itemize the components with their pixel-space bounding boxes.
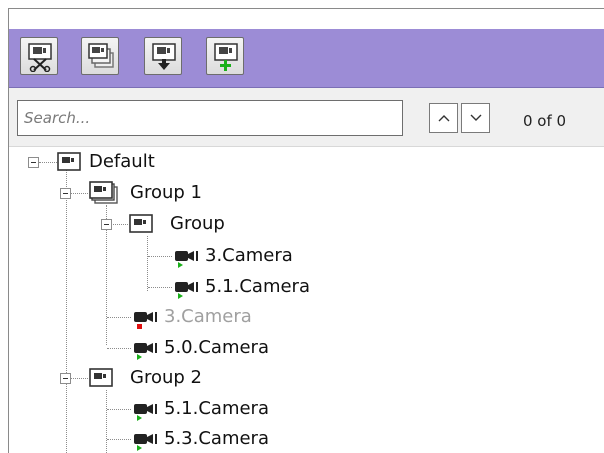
cut-monitor-icon: [28, 43, 52, 72]
search-bar: 0 of 0: [9, 88, 604, 147]
tree-connector: [148, 287, 172, 288]
camera-icon: [134, 434, 157, 451]
cut-button[interactable]: [20, 37, 58, 75]
search-input[interactable]: [17, 100, 403, 136]
tree-connector: [71, 378, 88, 379]
search-result-counter: 0 of 0: [523, 112, 567, 130]
tree-item-label[interactable]: 3.Camera: [205, 246, 293, 266]
group-monitor-icon: [89, 181, 118, 204]
tree-connector: [107, 317, 131, 318]
collapse-toggle[interactable]: [28, 157, 39, 168]
tree-item-label[interactable]: Group 2: [130, 368, 202, 388]
tree-item-label[interactable]: Group 1: [130, 183, 202, 203]
copy-monitor-icon: [88, 43, 114, 68]
tree-connector: [106, 390, 107, 453]
tree-connector: [107, 439, 131, 440]
camera-tree-panel: 0 of 0 Default Group 1: [8, 8, 604, 453]
move-down-monitor-icon: [152, 43, 176, 70]
monitor-icon: [89, 368, 113, 387]
tree-connector: [39, 162, 57, 163]
tree-connector: [107, 348, 131, 349]
camera-icon: [175, 282, 198, 299]
move-down-button[interactable]: [144, 37, 182, 75]
tree-item-label[interactable]: 3.Camera: [164, 307, 252, 327]
tree-connector: [71, 193, 88, 194]
tree-item-label[interactable]: 5.1.Camera: [164, 399, 269, 419]
collapse-toggle[interactable]: [101, 219, 112, 230]
tree-connector: [111, 224, 128, 225]
tree-connector: [66, 163, 67, 453]
tree-connector: [147, 236, 148, 291]
camera-icon: [134, 343, 157, 360]
camera-icon: [175, 251, 198, 268]
camera-icon: [134, 312, 157, 329]
add-button[interactable]: [206, 37, 244, 75]
tree-item-label[interactable]: 5.1.Camera: [205, 277, 310, 297]
monitor-icon: [57, 152, 81, 171]
camera-tree: Default Group 1 Group 3.Camera 5.1.Camer…: [9, 147, 604, 453]
collapse-toggle[interactable]: [60, 188, 71, 199]
chevron-down-icon: [470, 114, 482, 121]
tree-item-label[interactable]: 5.3.Camera: [164, 429, 269, 449]
panel-top-strip: [9, 9, 604, 29]
toolbar: [9, 29, 604, 88]
tree-connector: [148, 256, 172, 257]
chevron-up-icon: [438, 115, 450, 122]
tree-connector: [107, 409, 131, 410]
search-prev-button[interactable]: [429, 103, 458, 133]
camera-icon: [134, 404, 157, 421]
add-monitor-icon: [214, 43, 238, 71]
monitor-icon: [129, 214, 153, 233]
tree-item-label[interactable]: Default: [89, 152, 155, 172]
search-next-button[interactable]: [461, 103, 490, 133]
copy-button[interactable]: [81, 37, 119, 75]
tree-item-label[interactable]: 5.0.Camera: [164, 338, 269, 358]
collapse-toggle[interactable]: [60, 373, 71, 384]
tree-item-label[interactable]: Group: [170, 214, 225, 234]
